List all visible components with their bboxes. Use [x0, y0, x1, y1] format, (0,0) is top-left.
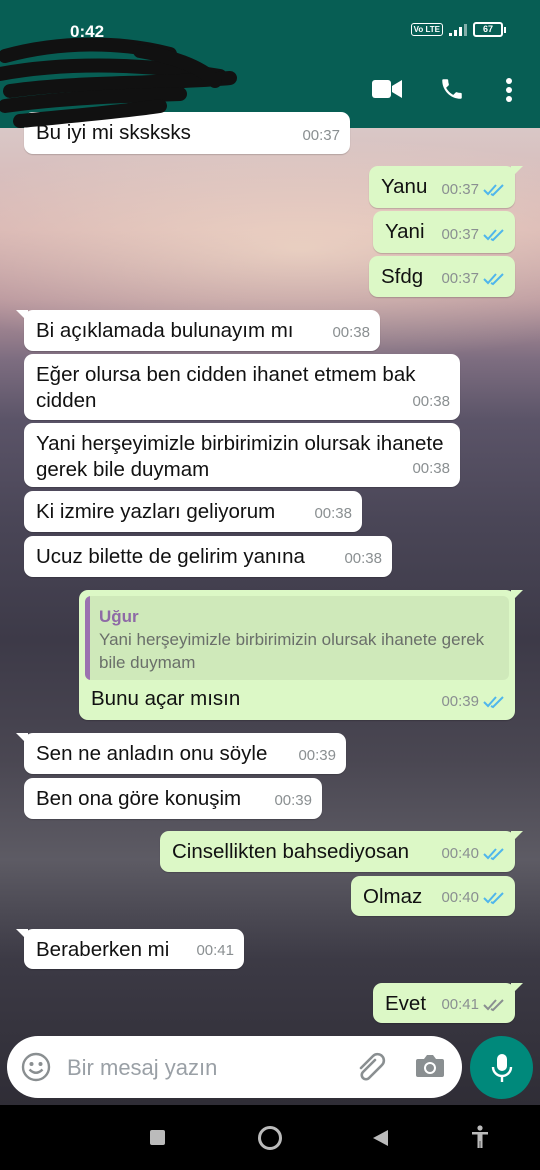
- read-receipt-icon: [483, 848, 504, 861]
- message-text: Yani herşeyimizle birbirimizin olursak i…: [36, 432, 444, 481]
- message-text: Ben ona göre konuşim: [36, 787, 242, 810]
- message-time: 00:37: [441, 181, 479, 198]
- volte-icon: Vo LTE: [410, 23, 443, 36]
- message-time: 00:39: [298, 747, 336, 764]
- back-icon[interactable]: [372, 1129, 389, 1147]
- message-time: 00:37: [441, 226, 479, 243]
- battery-icon: 67: [473, 22, 506, 37]
- message-time: 00:39: [274, 792, 312, 809]
- message-text: Sen ne anladın onu söyle: [36, 742, 268, 765]
- message-time: 00:38: [344, 550, 382, 567]
- message-time: 00:41: [441, 996, 479, 1013]
- phone-icon[interactable]: [439, 76, 465, 102]
- redacted-contact-scribble: [0, 37, 237, 128]
- read-receipt-icon: [483, 229, 504, 242]
- quoted-message[interactable]: Uğur Yani herşeyimizle birbirimizin olur…: [85, 596, 509, 680]
- attach-icon[interactable]: [355, 1052, 389, 1082]
- message-incoming[interactable]: Sen ne anladın onu söyle 00:39: [16, 733, 346, 774]
- mic-icon: [491, 1054, 513, 1082]
- message-incoming[interactable]: Bi açıklamada bulunayım mı 00:38: [16, 310, 380, 351]
- message-input[interactable]: [65, 1050, 339, 1086]
- message-time: 00:38: [412, 393, 450, 410]
- recents-icon[interactable]: [150, 1130, 165, 1145]
- message-incoming[interactable]: Ben ona göre konuşim 00:39: [24, 778, 322, 819]
- accessibility-icon[interactable]: [470, 1125, 490, 1149]
- read-receipt-icon: [483, 184, 504, 197]
- message-incoming[interactable]: Yani herşeyimizle birbirimizin olursak i…: [24, 423, 460, 487]
- message-text: Bi açıklamada bulunayım mı: [36, 319, 294, 342]
- message-incoming[interactable]: Beraberken mi 00:41: [16, 929, 244, 969]
- message-time: 00:38: [332, 324, 370, 341]
- home-icon[interactable]: [258, 1126, 282, 1150]
- more-vert-icon[interactable]: [505, 78, 513, 102]
- message-time: 00:38: [314, 505, 352, 522]
- signal-icon: [449, 23, 467, 36]
- message-time: 00:41: [196, 942, 234, 959]
- message-text: Eğer olursa ben cidden ihanet etmem bak …: [36, 363, 416, 412]
- message-outgoing[interactable]: Olmaz 00:40: [351, 876, 515, 916]
- quoted-author: Uğur: [99, 607, 139, 626]
- message-outgoing[interactable]: Cinsellikten bahsediyosan 00:40: [160, 831, 523, 872]
- message-incoming[interactable]: Ki izmire yazları geliyorum 00:38: [24, 491, 362, 532]
- message-outgoing[interactable]: Yanu 00:37: [369, 166, 523, 208]
- message-time: 00:38: [412, 460, 450, 477]
- message-time: 00:39: [441, 693, 479, 710]
- message-text: Ucuz bilette de gelirim yanına: [36, 545, 305, 568]
- message-time: 00:40: [441, 889, 479, 906]
- message-outgoing[interactable]: Sfdg 00:37: [369, 256, 515, 297]
- battery-level: 67: [473, 22, 503, 37]
- read-receipt-icon: [483, 892, 504, 905]
- message-text: Ki izmire yazları geliyorum: [36, 500, 276, 523]
- video-call-icon[interactable]: [372, 79, 402, 99]
- emoji-icon[interactable]: [21, 1052, 51, 1082]
- quoted-text: Yani herşeyimizle birbirimizin olursak i…: [99, 630, 485, 672]
- message-outgoing[interactable]: Evet 00:41: [373, 983, 523, 1023]
- read-receipt-icon: [483, 273, 504, 286]
- message-time: 00:37: [441, 270, 479, 287]
- read-receipt-icon: [483, 696, 504, 709]
- message-outgoing-reply[interactable]: Uğur Yani herşeyimizle birbirimizin olur…: [79, 590, 523, 720]
- system-nav-bar: [0, 1105, 540, 1170]
- message-composer: [7, 1036, 462, 1098]
- delivered-receipt-icon: [483, 999, 504, 1012]
- voice-record-button[interactable]: [470, 1036, 533, 1099]
- camera-icon[interactable]: [415, 1053, 445, 1079]
- message-incoming[interactable]: Eğer olursa ben cidden ihanet etmem bak …: [24, 354, 460, 420]
- message-incoming[interactable]: Ucuz bilette de gelirim yanına 00:38: [24, 536, 392, 577]
- message-time: 00:40: [441, 845, 479, 862]
- message-outgoing[interactable]: Yani 00:37: [373, 211, 515, 253]
- message-time: 00:37: [302, 127, 340, 144]
